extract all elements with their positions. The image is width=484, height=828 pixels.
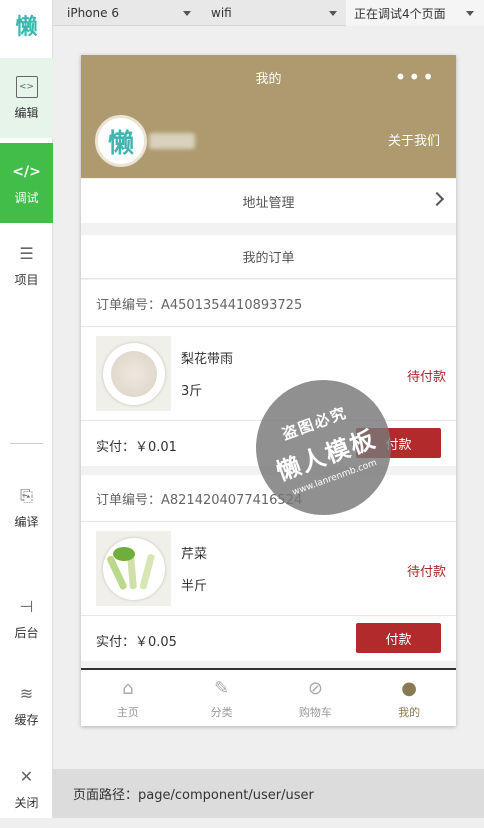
network-select[interactable]: wifi <box>211 0 343 26</box>
tab-label: 分类 <box>210 706 233 719</box>
home-icon: ⌂ <box>122 677 134 699</box>
page-path-bar: 页面路径：page/component/user/user <box>53 769 484 818</box>
code-box-icon: <> <box>15 75 38 98</box>
sidebar-item-close[interactable]: ✕ 关闭 <box>0 748 53 828</box>
rice-dish-image[interactable] <box>96 336 171 411</box>
product-name[interactable]: 梨花带雨 <box>181 348 233 367</box>
product-spec: 3斤 <box>181 384 203 399</box>
chevron-down-icon <box>183 11 191 16</box>
compile-icon: ⎘ <box>20 485 33 505</box>
sidebar-item-label: 编辑 <box>14 105 39 120</box>
menu-icon: ☰ <box>19 244 34 263</box>
product-spec: 半斤 <box>181 579 208 594</box>
order-number: 订单编号：A4501354410893725 <box>96 297 303 313</box>
tab-cart[interactable]: ⊘ 购物车 <box>269 670 363 726</box>
sidebar-item-compile[interactable]: ⎘ 编译 <box>0 468 53 546</box>
sidebar-item-label: 关闭 <box>14 795 39 810</box>
chevron-right-icon <box>429 191 445 207</box>
layers-icon: ≋ <box>19 684 34 703</box>
debug-pages-value: 正在调试4个页面 <box>354 6 446 21</box>
tab-mine[interactable]: ● 我的 <box>362 670 456 726</box>
tab-label: 主页 <box>116 706 139 719</box>
sidebar-item-label: 项目 <box>14 272 39 287</box>
device-select[interactable]: iPhone 6 <box>67 0 195 26</box>
network-select-value: wifi <box>211 6 232 20</box>
bottom-tab-bar: ⌂ 主页 ✎ 分类 ⊘ 购物车 ● 我的 <box>81 668 456 726</box>
ide-sidebar: 懒 <> 编辑 </> 调试 ☰ 项目 ⎘ 编译 ⊣ 后台 ≋ 缓存 ✕ 关闭 <box>0 0 53 818</box>
sidebar-item-label: 缓存 <box>14 712 39 727</box>
user-icon: ● <box>401 677 417 699</box>
paid-amount: 实付：￥0.01 <box>96 439 177 455</box>
app-logo: 懒 <box>15 15 38 40</box>
device-select-value: iPhone 6 <box>67 6 119 20</box>
more-menu-icon[interactable]: ••• <box>395 65 436 89</box>
orders-section-title: 我的订单 <box>81 235 456 279</box>
pay-button[interactable]: 付款 <box>356 623 441 653</box>
leaf-icon: ⊘ <box>307 677 323 699</box>
sidebar-item-label: 后台 <box>14 625 39 640</box>
backend-icon: ⊣ <box>19 597 34 616</box>
order-card: 订单编号：A8214204077416524 芹菜 半斤 待付款 实付：￥0.0… <box>81 475 456 661</box>
product-name[interactable]: 芹菜 <box>181 543 207 562</box>
divider <box>81 326 456 327</box>
celery-dish-image[interactable] <box>96 531 171 606</box>
code-icon: </> <box>12 163 41 180</box>
sidebar-item-project[interactable]: ☰ 项目 <box>0 225 53 305</box>
order-status: 待付款 <box>406 565 446 580</box>
device-toolbar: iPhone 6 wifi 正在调试4个页面 <box>53 0 484 26</box>
address-management-label: 地址管理 <box>242 195 295 211</box>
chevron-down-icon <box>466 11 474 16</box>
tab-home[interactable]: ⌂ 主页 <box>81 670 175 726</box>
divider <box>81 615 456 616</box>
blurred-nickname <box>149 133 195 149</box>
sidebar-divider <box>10 443 43 444</box>
tab-category[interactable]: ✎ 分类 <box>175 670 269 726</box>
order-status: 待付款 <box>406 370 446 385</box>
divider <box>81 521 456 522</box>
sidebar-item-edit[interactable]: <> 编辑 <box>0 58 53 138</box>
chevron-down-icon <box>329 11 337 16</box>
edit-icon: ✎ <box>214 677 230 699</box>
tab-label: 购物车 <box>298 706 332 719</box>
about-us-link[interactable]: 关于我们 <box>388 130 440 149</box>
tab-label: 我的 <box>398 706 421 719</box>
sidebar-item-backend[interactable]: ⊣ 后台 <box>0 578 53 658</box>
phone-simulator: 我的 ••• 懒 关于我们 地址管理 我的订单 订单编号：A4501354410… <box>81 55 456 726</box>
sidebar-item-cache[interactable]: ≋ 缓存 <box>0 665 53 745</box>
close-icon: ✕ <box>19 767 34 786</box>
sidebar-item-label: 编译 <box>14 514 39 529</box>
sidebar-item-label: 调试 <box>14 190 39 205</box>
address-management-row[interactable]: 地址管理 <box>81 179 456 223</box>
profile-header: 我的 ••• 懒 关于我们 <box>81 55 456 178</box>
sidebar-item-debug[interactable]: </> 调试 <box>0 143 53 223</box>
debug-pages-select[interactable]: 正在调试4个页面 <box>346 0 484 26</box>
paid-amount: 实付：￥0.05 <box>96 634 177 650</box>
avatar[interactable]: 懒 <box>95 115 147 167</box>
